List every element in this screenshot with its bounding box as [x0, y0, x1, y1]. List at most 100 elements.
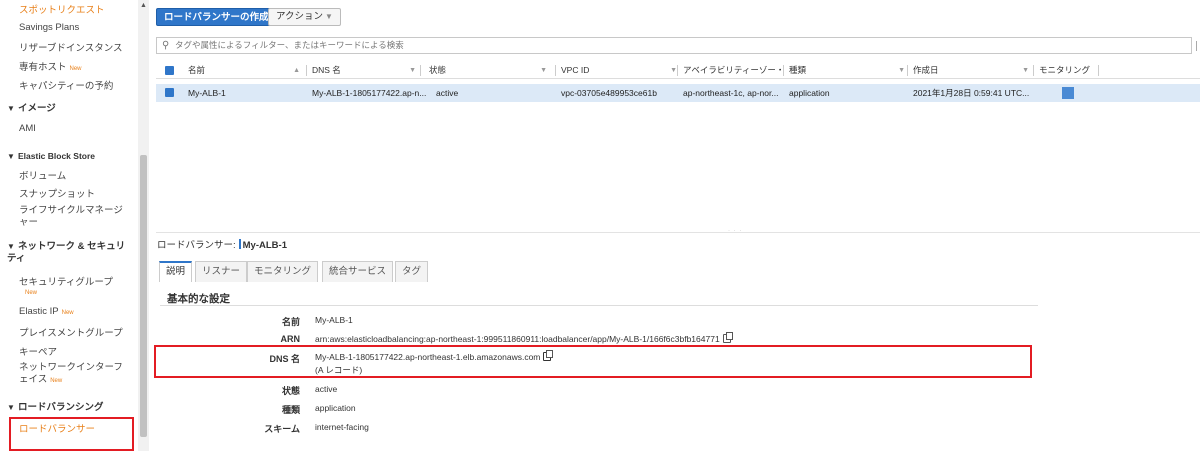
- column-divider[interactable]: [555, 65, 556, 76]
- sidebar-item-network-interfaces[interactable]: ネットワークインターフェイス New: [19, 362, 131, 387]
- sidebar: スポットリクエスト Savings Plans リザーブドインスタンス 専有ホス…: [0, 0, 138, 451]
- cell-name: My-ALB-1: [188, 88, 226, 98]
- monitoring-icon[interactable]: [1062, 87, 1074, 99]
- column-divider[interactable]: [907, 65, 908, 76]
- column-header-created[interactable]: 作成日 ▼: [913, 62, 1029, 79]
- column-label: DNS 名: [312, 65, 341, 75]
- column-divider[interactable]: [1098, 65, 1099, 76]
- sidebar-section-images[interactable]: ▼ イメージ: [7, 103, 132, 115]
- caret-down-icon: ▼: [7, 104, 15, 113]
- column-label: 種類: [789, 65, 807, 75]
- new-badge: New: [50, 378, 63, 384]
- sidebar-item-dedicated-hosts[interactable]: 専有ホスト New: [19, 59, 82, 73]
- sidebar-section-ebs[interactable]: ▼ Elastic Block Store: [7, 150, 132, 163]
- sidebar-item-lifecycle-manager[interactable]: ライフサイクルマネージャー: [19, 205, 131, 229]
- column-divider[interactable]: [783, 65, 784, 76]
- sidebar-item-capacity-reservations[interactable]: キャパシティーの予約: [19, 78, 113, 92]
- section-title: 基本的な設定: [167, 293, 230, 305]
- sidebar-item-ami[interactable]: AMI: [19, 123, 36, 134]
- search-input[interactable]: ⚲ タグや属性によるフィルター、またはキーワードによる検索: [156, 37, 1192, 54]
- resize-handle-icon[interactable]: · · ·: [728, 228, 742, 234]
- sidebar-section-load-balancing[interactable]: ▼ ロードバランシング: [7, 402, 132, 414]
- tab-tags[interactable]: タグ: [395, 261, 429, 282]
- search-icon: ⚲: [162, 40, 170, 51]
- column-header-name[interactable]: 名前 ▲: [188, 62, 300, 79]
- sidebar-item-placement-groups[interactable]: プレイスメントグループ: [19, 325, 123, 339]
- highlight-box-dns: [154, 345, 1032, 378]
- column-divider[interactable]: [306, 65, 307, 76]
- column-header-type[interactable]: 種類 ▼: [789, 62, 905, 79]
- tab-integrated-services[interactable]: 統合サービス: [322, 261, 394, 282]
- cell-vpc: vpc-03705e489953ce61b: [561, 88, 657, 98]
- column-label: VPC ID: [561, 65, 590, 75]
- sort-icon: ▼: [409, 67, 416, 74]
- caret-down-icon: ▼: [7, 403, 15, 412]
- chevron-down-icon: ▼: [325, 12, 333, 21]
- label-arn: ARN: [280, 334, 301, 344]
- sort-icon: ▼: [670, 67, 677, 74]
- sidebar-item-security-groups[interactable]: セキュリティグループ New: [19, 274, 113, 296]
- row-checkbox[interactable]: [165, 88, 174, 97]
- value-scheme: internet-facing: [315, 422, 369, 432]
- sidebar-item-volumes[interactable]: ボリューム: [19, 168, 66, 182]
- column-header-vpc[interactable]: VPC ID ▼: [561, 62, 677, 79]
- pane-divider[interactable]: [156, 232, 1200, 233]
- scroll-up-icon[interactable]: ▲: [140, 2, 147, 9]
- select-all-checkbox[interactable]: [165, 66, 174, 75]
- detail-title: ロードバランサー: My-ALB-1: [157, 237, 287, 251]
- search-placeholder: タグや属性によるフィルター、またはキーワードによる検索: [175, 40, 404, 50]
- tab-monitoring[interactable]: モニタリング: [247, 261, 319, 282]
- column-label: アベイラビリティーゾー・: [683, 65, 785, 75]
- sidebar-item-elastic-ip[interactable]: Elastic IP New: [19, 306, 74, 317]
- cell-created: 2021年1月28日 0:59:41 UTC...: [913, 88, 1030, 98]
- cell-type: application: [789, 88, 830, 98]
- actions-dropdown[interactable]: アクション ▼: [268, 8, 341, 26]
- caret-down-icon: ▼: [7, 152, 15, 161]
- sidebar-item-savings-plans[interactable]: Savings Plans: [19, 22, 79, 33]
- caret-down-icon: ▼: [7, 242, 15, 251]
- new-badge: New: [69, 66, 82, 72]
- sidebar-section-label: Elastic Block Store: [18, 151, 96, 161]
- label-name: 名前: [281, 317, 300, 327]
- sort-icon: ▼: [1022, 67, 1029, 74]
- label-type: 種類: [281, 405, 300, 415]
- section-divider: [160, 305, 1038, 306]
- table-header: 名前 ▲ DNS 名 ▼ 状態 ▼ VPC ID ▼ アベイラビリティーゾー・ 種類 ▼ …: [156, 62, 1200, 79]
- label-state: 状態: [281, 386, 300, 396]
- column-divider[interactable]: [677, 65, 678, 76]
- sidebar-item-key-pairs[interactable]: キーペア: [19, 344, 57, 358]
- sidebar-section-network-security[interactable]: ▼ ネットワーク & セキュリティ: [7, 241, 131, 265]
- main-content: ロードバランサーの作成 アクション ▼ ⚲ タグや属性によるフィルター、またはキー…: [150, 0, 1200, 451]
- column-header-dns[interactable]: DNS 名 ▼: [312, 62, 416, 79]
- label-scheme: スキーム: [264, 424, 300, 434]
- sidebar-item-label: ネットワークインターフェイス: [19, 362, 123, 385]
- column-header-monitoring[interactable]: モニタリング: [1039, 62, 1099, 79]
- table-row[interactable]: My-ALB-1 My-ALB-1-1805177422.ap-n... act…: [156, 84, 1200, 102]
- sidebar-item-snapshots[interactable]: スナップショット: [19, 186, 95, 200]
- column-divider[interactable]: [420, 65, 421, 76]
- detail-name: My-ALB-1: [242, 240, 287, 251]
- value-arn: arn:aws:elasticloadbalancing:ap-northeas…: [315, 332, 733, 344]
- column-divider[interactable]: [1033, 65, 1034, 76]
- sort-icon: ▼: [540, 67, 547, 74]
- column-header-state[interactable]: 状態 ▼: [429, 62, 547, 79]
- highlight-box-load-balancers: [9, 417, 134, 451]
- column-label: 状態: [429, 65, 447, 75]
- sidebar-item-reserved-instances[interactable]: リザーブドインスタンス: [19, 40, 123, 54]
- sidebar-item-label: 専有ホスト: [19, 62, 67, 73]
- column-header-az[interactable]: アベイラビリティーゾー・: [683, 62, 785, 79]
- sort-asc-icon: ▲: [293, 67, 300, 74]
- actions-label: アクション: [276, 11, 324, 22]
- detail-prefix: ロードバランサー:: [157, 240, 236, 251]
- new-badge: New: [25, 290, 38, 296]
- tab-listeners[interactable]: リスナー: [195, 261, 248, 282]
- sidebar-item-label: Elastic IP: [19, 306, 59, 317]
- title-accent-bar: [238, 239, 241, 249]
- create-load-balancer-button[interactable]: ロードバランサーの作成: [156, 8, 277, 26]
- sidebar-scrollbar-thumb[interactable]: [140, 155, 147, 437]
- column-label: 名前: [188, 65, 206, 75]
- sidebar-item-spot-requests[interactable]: スポットリクエスト: [19, 2, 105, 16]
- value-state: active: [315, 384, 338, 394]
- tab-description[interactable]: 説明: [159, 261, 193, 282]
- copy-icon[interactable]: [722, 332, 733, 343]
